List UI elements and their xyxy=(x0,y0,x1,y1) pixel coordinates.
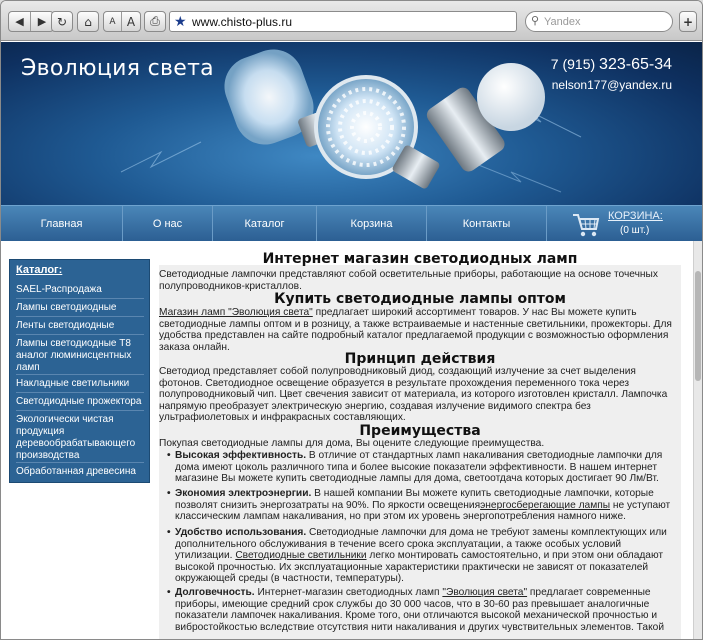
sidebar-item-t8-lamps[interactable]: Лампы светодиодные Т8 аналог люминисцент… xyxy=(16,338,144,374)
add-tab-button[interactable]: + xyxy=(679,11,697,32)
cart-widget[interactable]: КОРЗИНА: (0 шт.) xyxy=(568,207,698,241)
phone-number: 7 (915) 323-65-34 xyxy=(551,56,672,74)
shop-link[interactable]: "Эволюция света" xyxy=(442,587,527,598)
home-button[interactable]: ⌂ xyxy=(77,11,99,32)
browser-window: ◀ ▶ ↻ ⌂ A A ⎙ ★ www.chisto-plus.ru ⚲ Yan… xyxy=(0,0,703,640)
site-header: Эволюция света 7 (915) 323-65-34 nelson1… xyxy=(1,42,702,205)
nav-home[interactable]: Главная xyxy=(1,206,123,242)
search-icon: ⚲ xyxy=(531,15,540,27)
font-size-controls: A A xyxy=(103,11,141,32)
page-content: Каталог: SAEL-Распродажа Лампы светодиод… xyxy=(1,241,702,639)
advantages-intro: Покупая светодиодные лампы для дома, Вы … xyxy=(159,438,545,449)
main-article: Интернет магазин светодиодных ламп Свето… xyxy=(159,251,681,639)
home-icon: ⌂ xyxy=(84,14,92,29)
sidebar-item-led-lamps[interactable]: Лампы светодиодные xyxy=(16,302,144,314)
phone-code: 7 (915) xyxy=(550,56,596,72)
buy-paragraph: Магазин ламп "Эволюция света" предлагает… xyxy=(159,307,675,353)
url-text: www.chisto-plus.ru xyxy=(192,14,293,29)
phone-digits: 323-65-34 xyxy=(599,56,672,73)
energy-saving-link[interactable]: энергосберегающие лампы xyxy=(480,500,610,511)
sidebar-divider xyxy=(16,334,144,335)
scrollbar-thumb[interactable] xyxy=(695,271,701,381)
vertical-scrollbar[interactable] xyxy=(693,241,702,639)
reload-icon: ↻ xyxy=(56,14,68,29)
nav-catalog[interactable]: Каталог xyxy=(213,206,317,242)
sidebar-item-floodlights[interactable]: Светодиодные прожектора xyxy=(16,396,144,408)
font-smaller-button[interactable]: A xyxy=(104,12,122,31)
sidebar-item-eco-products[interactable]: Экологически чистая продукция деревообра… xyxy=(16,414,144,462)
back-arrow-icon[interactable]: ◀ xyxy=(9,12,31,31)
shopping-cart-icon xyxy=(573,214,600,237)
shop-link[interactable]: Магазин ламп "Эволюция света" xyxy=(159,307,313,318)
catalog-sidebar: Каталог: SAEL-Распродажа Лампы светодиод… xyxy=(9,259,150,483)
history-nav: ◀ ▶ xyxy=(8,11,54,32)
advantage-durability: Долговечность. Интернет-магазин светодио… xyxy=(167,587,675,633)
advantage-title: Удобство использования. xyxy=(175,527,307,538)
section-heading-advantages: Преимущества xyxy=(359,423,481,439)
section-heading-buy: Купить светодиодные лампы оптом xyxy=(274,291,566,307)
bookmark-star-icon[interactable]: ★ xyxy=(174,13,187,30)
page-title: Интернет магазин светодиодных ламп xyxy=(262,251,578,267)
nav-cart[interactable]: Корзина xyxy=(317,206,427,242)
advantage-title: Высокая эффективность. xyxy=(175,450,307,461)
catalog-heading[interactable]: Каталог: xyxy=(16,264,62,276)
sidebar-divider xyxy=(16,298,144,299)
email-address: nelson177@yandex.ru xyxy=(551,78,672,92)
led-fixtures-link[interactable]: Светодиодные светильники xyxy=(235,550,366,561)
sidebar-divider xyxy=(16,462,144,463)
advantage-text: Интернет-магазин светодиодных ламп xyxy=(254,587,443,598)
font-larger-button[interactable]: A xyxy=(122,12,140,31)
sidebar-divider xyxy=(16,410,144,411)
cart-count: (0 шт.) xyxy=(620,225,650,236)
advantage-convenience: Удобство использования. Светодиодные лам… xyxy=(167,527,675,585)
advantage-title: Долговечность. xyxy=(175,587,255,598)
intro-paragraph: Светодиодные лампочки представляют собой… xyxy=(159,269,658,292)
sidebar-divider xyxy=(16,374,144,375)
forward-arrow-icon[interactable]: ▶ xyxy=(31,12,53,31)
print-button[interactable]: ⎙ xyxy=(144,11,166,32)
search-placeholder: Yandex xyxy=(544,15,581,28)
section-heading-principle: Принцип действия xyxy=(344,351,496,367)
advantage-efficiency: Высокая эффективность. В отличие от стан… xyxy=(167,450,675,485)
reload-button[interactable]: ↻ xyxy=(51,11,73,32)
sidebar-item-led-strips[interactable]: Ленты светодиодные xyxy=(16,320,144,332)
sidebar-item-surface-lights[interactable]: Накладные светильники xyxy=(16,378,144,390)
browser-toolbar: ◀ ▶ ↻ ⌂ A A ⎙ ★ www.chisto-plus.ru ⚲ Yan… xyxy=(1,1,702,41)
sidebar-item-wood[interactable]: Обработанная древесина xyxy=(16,466,144,478)
cart-label[interactable]: КОРЗИНА: xyxy=(608,210,663,222)
print-icon: ⎙ xyxy=(150,14,160,28)
address-bar[interactable]: ★ www.chisto-plus.ru xyxy=(169,11,517,32)
advantage-economy: Экономия электроэнергии. В нашей компани… xyxy=(167,488,675,523)
main-navigation: Главная О нас Каталог Корзина Контакты К… xyxy=(1,205,702,242)
site-title: Эволюция света xyxy=(21,56,214,81)
sidebar-item-sale[interactable]: SAEL-Распродажа xyxy=(16,284,144,296)
principle-paragraph: Светодиод представляет собой полупроводн… xyxy=(159,366,668,423)
search-field[interactable]: ⚲ Yandex xyxy=(525,11,673,32)
advantage-title: Экономия электроэнергии. xyxy=(175,488,312,499)
sidebar-divider xyxy=(16,316,144,317)
led-cluster-lamp xyxy=(314,75,440,189)
sidebar-divider xyxy=(16,392,144,393)
bulb-lamp xyxy=(426,63,545,172)
nav-contacts[interactable]: Контакты xyxy=(427,206,547,242)
nav-about[interactable]: О нас xyxy=(123,206,213,242)
